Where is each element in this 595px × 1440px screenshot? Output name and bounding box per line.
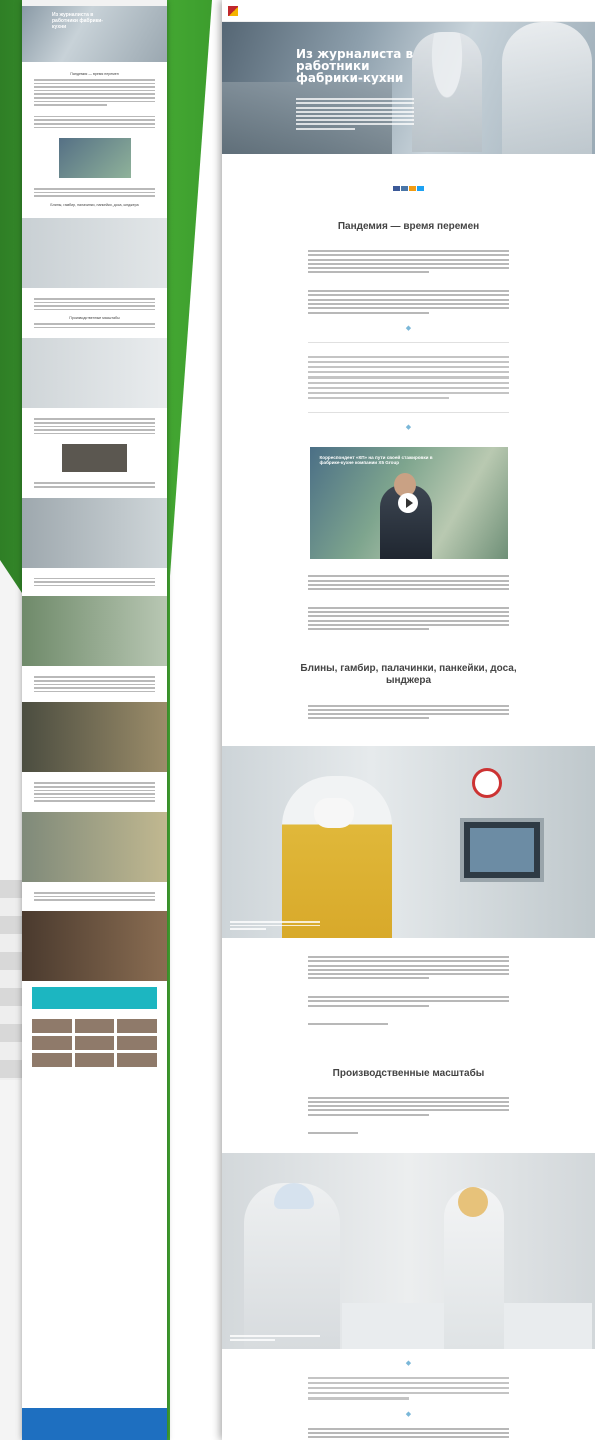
thumbnail-hero-title: Из журналиста в работники фабрики-кухни	[52, 12, 103, 30]
site-header	[222, 0, 595, 22]
no-entry-sign-icon	[472, 767, 502, 798]
article-paragraph	[222, 250, 595, 314]
thumbnail-text-block: Пандемия — время перемен	[22, 62, 167, 134]
site-logo[interactable]	[228, 5, 281, 16]
quote-mark-icon: ◆	[405, 1410, 412, 1418]
thumbnail-section-title: Пандемия — время перемен	[70, 72, 119, 76]
thumbnail-section-title-3: Производственные масштабы	[69, 316, 120, 321]
pull-quote	[222, 355, 595, 400]
quote-mark-icon: ◆	[405, 324, 412, 332]
thumbnail-teal-box	[32, 986, 157, 1009]
worker-mask	[314, 797, 354, 828]
article-paragraph	[222, 1427, 595, 1440]
divider	[308, 341, 509, 343]
thumbnail-image	[22, 910, 167, 981]
play-icon[interactable]	[397, 493, 418, 514]
section-title: Производственные масштабы	[332, 1067, 485, 1079]
logo-mark-icon	[228, 5, 238, 16]
thumbnail-image	[22, 217, 167, 288]
ok-share-icon[interactable]	[409, 186, 416, 191]
thumbnail-image	[22, 338, 167, 409]
section-title: Пандемия — время перемен	[337, 221, 480, 232]
thumbnail-image	[22, 596, 167, 667]
photo-caption	[230, 919, 320, 932]
section-title: Блины, гамбир, палачинки, панкейки, доса…	[300, 662, 517, 686]
article-paragraph	[222, 704, 595, 720]
terminal-screen	[460, 817, 544, 882]
twitter-share-icon[interactable]	[417, 186, 424, 191]
hero-lead-text	[296, 96, 414, 132]
article-paragraph	[222, 575, 595, 631]
article-page: Из журналиста в работники фабрики-кухни …	[222, 0, 595, 1440]
hero-worker-illustration	[502, 22, 592, 154]
lab-photo	[222, 1152, 595, 1349]
video-title: Корреспондент «КП» на пути своей стажиро…	[319, 455, 433, 466]
article-paragraph	[222, 1096, 595, 1135]
hero-worker-illustration	[412, 32, 482, 152]
quote-mark-icon: ◆	[405, 424, 412, 432]
quote-mark-icon: ◆	[405, 1359, 412, 1367]
kitchen-photo	[222, 745, 595, 938]
thumbnail-image	[62, 444, 127, 473]
thumbnail-image	[22, 702, 167, 773]
facebook-share-icon[interactable]	[393, 186, 400, 191]
share-buttons	[222, 186, 595, 191]
pull-quote	[222, 1376, 595, 1400]
thumbnail-hero: Из журналиста в работники фабрики-кухни	[22, 6, 167, 62]
article-paragraph	[222, 956, 595, 1026]
hero-banner: Из журналиста в работники фабрики-кухни	[222, 22, 595, 154]
thumbnail-image	[22, 811, 167, 882]
thumbnail-section-title-2: Блины, гамбир, палачинки, панкейки, доса…	[50, 202, 139, 207]
divider	[308, 412, 509, 414]
vk-share-icon[interactable]	[401, 186, 408, 191]
thumbnail-related-grid	[22, 1015, 167, 1071]
lab-worker-hair	[458, 1186, 488, 1217]
photo-caption	[230, 1333, 320, 1342]
thumbnail-video	[58, 138, 131, 179]
page-thumbnail[interactable]: Из журналиста в работники фабрики-кухни …	[22, 0, 167, 1440]
video-player[interactable]: Корреспондент «КП» на пути своей стажиро…	[309, 447, 508, 560]
thumbnail-image	[22, 497, 167, 568]
hero-title: Из журналиста в работники фабрики-кухни	[296, 47, 414, 85]
thumbnail-footer	[22, 1408, 167, 1440]
